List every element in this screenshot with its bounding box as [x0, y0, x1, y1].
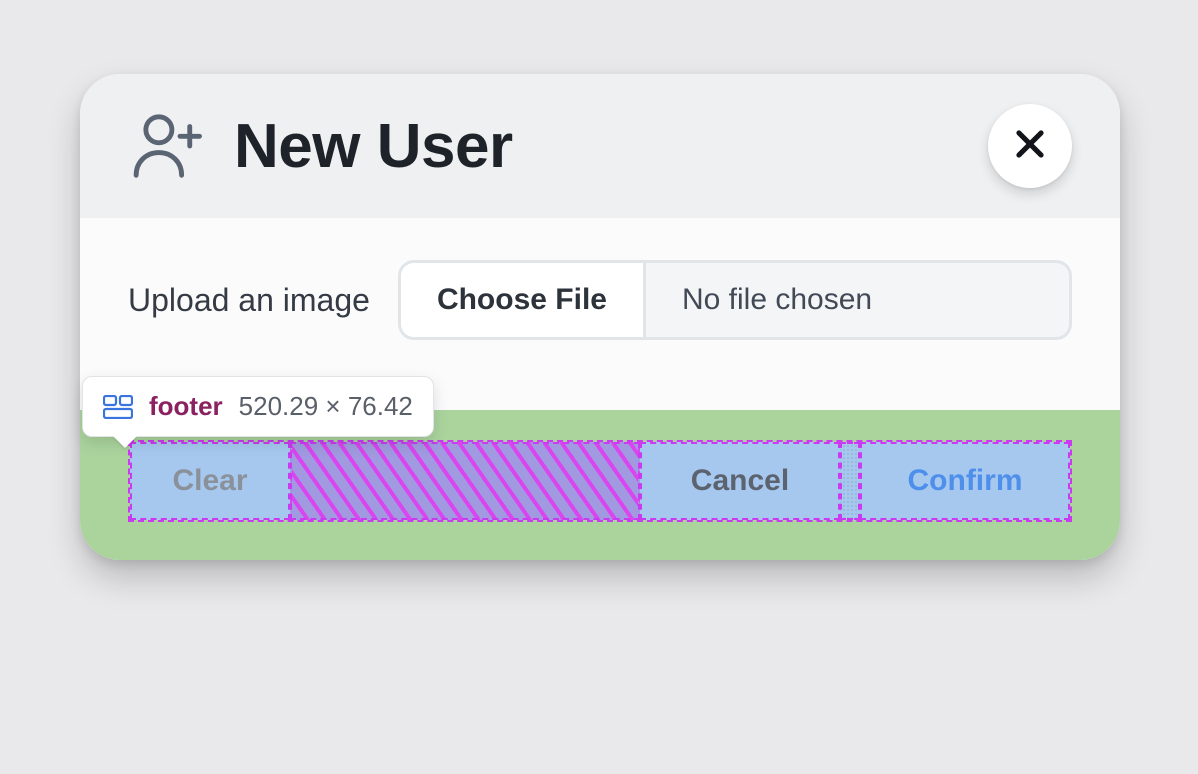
add-user-icon	[128, 107, 206, 185]
file-picker: Choose File No file chosen	[398, 260, 1072, 340]
cancel-button[interactable]: Cancel	[640, 442, 840, 520]
flex-gap-region	[290, 442, 640, 520]
confirm-button[interactable]: Confirm	[860, 442, 1070, 520]
file-status: No file chosen	[646, 263, 1069, 337]
dialog-title: New User	[234, 111, 513, 182]
new-user-dialog: New User Upload an image Choose File No …	[80, 74, 1120, 560]
flex-gap-small	[840, 442, 860, 520]
inspector-dimensions: 520.29 × 76.42	[239, 391, 413, 422]
flex-layout-icon	[103, 394, 133, 420]
footer-flex-overlay: Clear Cancel Confirm	[128, 440, 1072, 522]
inspector-tag-name: footer	[149, 391, 223, 422]
title-group: New User	[128, 107, 513, 185]
choose-file-button[interactable]: Choose File	[401, 263, 646, 337]
upload-label: Upload an image	[128, 282, 370, 319]
close-button[interactable]	[988, 104, 1072, 188]
clear-button[interactable]: Clear	[130, 442, 290, 520]
devtools-inspector-tooltip: footer 520.29 × 76.42	[82, 376, 434, 437]
dialog-header: New User	[80, 74, 1120, 218]
close-icon	[1011, 125, 1049, 168]
